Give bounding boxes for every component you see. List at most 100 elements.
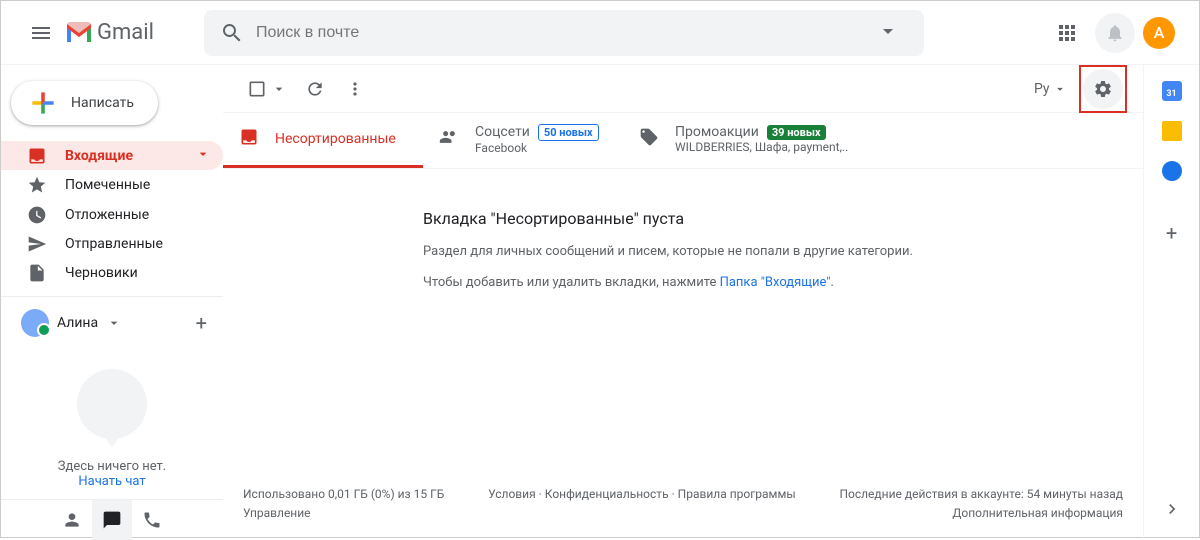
header: Gmail A [1,1,1199,65]
refresh-button[interactable] [295,69,335,109]
tab-label: Несортированные [275,131,396,147]
hangouts-chat-tab[interactable] [92,500,132,540]
gmail-logo[interactable]: Gmail [65,20,154,45]
keep-addon[interactable] [1162,121,1182,141]
tab-badge: 39 новых [767,125,826,140]
main-content: Ру Несортированные Соцс [223,65,1143,539]
hangouts-tabs [1,499,223,539]
footer-activity: Последние действия в аккаунте: 54 минуты… [839,485,1123,523]
empty-avatar-icon [77,369,147,439]
phone-icon [142,510,162,530]
search-icon [220,21,244,45]
more-vert-icon [345,79,365,99]
compose-button[interactable]: Написать [11,81,158,125]
hangouts-phone-tab[interactable] [132,500,172,540]
apps-grid-icon [1055,21,1079,45]
star-icon [27,175,47,195]
account-avatar[interactable]: A [1143,17,1175,49]
clock-icon [27,205,47,225]
hangouts-empty-text: Здесь ничего нет. [1,459,223,474]
nav-label: Помеченные [65,177,150,193]
footer-terms[interactable]: Условия · Конфиденциальность · Правила п… [488,485,796,523]
hangouts-header: Алина + [1,296,223,349]
compose-label: Написать [71,95,134,111]
tab-label: Соцсети [475,124,530,140]
nav-label: Черновики [65,265,138,281]
toolbar-right: Ру [1026,65,1127,113]
chevron-down-icon [1053,82,1067,96]
tab-promotions[interactable]: Промоакции 39 новых WILDBERRIES, Шафа, p… [623,113,864,168]
chevron-right-icon [1162,499,1182,519]
avatar-letter: A [1154,23,1165,42]
search-options-button[interactable] [868,11,908,55]
calendar-addon[interactable]: 31 [1162,81,1182,101]
main-menu-button[interactable] [17,9,65,57]
settings-button[interactable] [1083,69,1123,109]
activity-details-link[interactable]: Дополнительная информация [839,504,1123,523]
chat-bubble-icon [102,510,122,530]
hangouts-avatar-icon [21,309,49,337]
add-addon-button[interactable]: + [1166,221,1177,245]
people-icon [439,127,459,151]
lang-label: Ру [1034,81,1050,97]
apps-button[interactable] [1047,13,1087,53]
manage-storage-link[interactable]: Управление [243,504,444,523]
footer-storage: Использовано 0,01 ГБ (0%) из 15 ГБ Управ… [243,485,444,523]
side-panel: 31 + [1143,65,1199,539]
gear-icon [1093,79,1113,99]
send-icon [27,234,47,254]
nav-drafts[interactable]: Черновики [1,259,223,288]
inbox-icon [27,146,47,166]
select-all-checkbox[interactable] [239,71,295,107]
dropdown-icon [876,19,900,43]
chevron-down-icon [271,81,287,97]
search-bar[interactable] [204,10,924,56]
tasks-addon[interactable] [1162,161,1182,181]
header-right: A [1047,13,1183,53]
inbox-settings-link[interactable]: Папка "Входящие" [720,275,831,290]
collapse-panel-button[interactable] [1162,499,1182,523]
draft-icon [27,263,47,283]
search-input[interactable] [256,24,868,42]
nav-label: Входящие [65,148,133,164]
hangouts-empty-state: Здесь ничего нет. Начать чат [1,349,223,499]
input-language-button[interactable]: Ру [1026,77,1075,101]
notifications-button[interactable] [1095,13,1135,53]
tab-primary[interactable]: Несортированные [223,113,423,168]
hangouts-add-button[interactable]: + [196,311,207,335]
settings-highlight [1079,65,1127,113]
empty-hint: Чтобы добавить или удалить вкладки, нажм… [423,275,1127,290]
sidebar: Написать Входящие Помеченные Отложенные … [1,65,223,539]
chevron-down-icon [106,315,122,331]
tab-label: Промоакции [675,124,759,140]
nav-snoozed[interactable]: Отложенные [1,200,223,229]
plus-icon [27,87,59,119]
tab-subtitle: WILDBERRIES, Шафа, payment,.. [675,140,848,154]
hangouts-contacts-tab[interactable] [52,500,92,540]
empty-state: Вкладка "Несортированные" пуста Раздел д… [223,169,1143,326]
refresh-icon [305,79,325,99]
tab-badge: 50 новых [538,124,599,141]
start-chat-link[interactable]: Начать чат [1,474,223,489]
category-tabs: Несортированные Соцсети 50 новых Faceboo… [223,113,1143,169]
body: Написать Входящие Помеченные Отложенные … [1,65,1199,539]
hamburger-icon [29,21,53,45]
chevron-down-icon [195,146,211,166]
nav-label: Отложенные [65,207,149,223]
footer: Использовано 0,01 ГБ (0%) из 15 ГБ Управ… [223,469,1143,539]
inbox-icon [239,127,259,151]
nav-sent[interactable]: Отправленные [1,229,223,258]
hangouts-user[interactable]: Алина [1,305,196,341]
logo-text: Gmail [97,20,154,45]
toolbar: Ру [223,65,1143,113]
nav-starred[interactable]: Помеченные [1,170,223,199]
calendar-day: 31 [1166,89,1176,99]
nav-inbox[interactable]: Входящие [1,141,223,170]
hangouts-username: Алина [57,315,98,331]
bell-icon [1105,23,1125,43]
person-icon [62,510,82,530]
tab-social[interactable]: Соцсети 50 новых Facebook [423,113,623,168]
more-button[interactable] [335,69,375,109]
empty-desc: Раздел для личных сообщений и писем, кот… [423,244,1127,259]
nav-label: Отправленные [65,236,163,252]
